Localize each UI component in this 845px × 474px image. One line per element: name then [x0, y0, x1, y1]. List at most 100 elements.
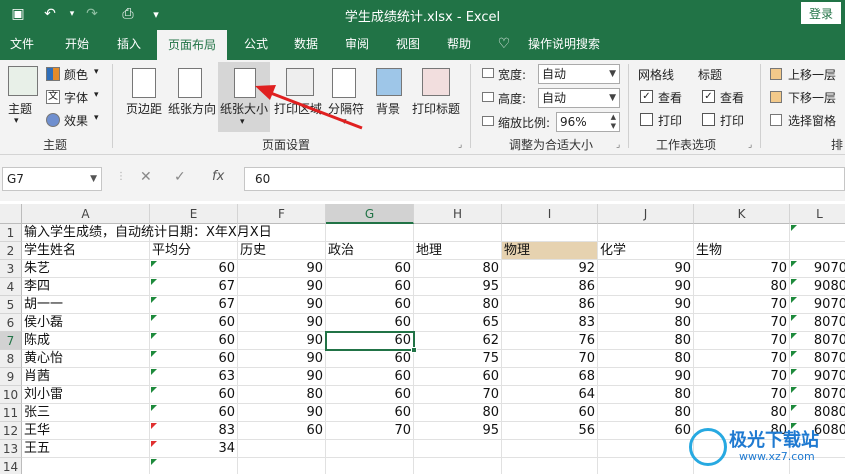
- cell-I2[interactable]: 物理: [502, 242, 598, 260]
- cell-I5[interactable]: 86: [502, 296, 598, 314]
- row-header-13[interactable]: 13: [0, 440, 22, 458]
- print-titles-button[interactable]: 打印标题: [412, 100, 460, 117]
- effects-button[interactable]: 效果: [64, 112, 88, 129]
- cell-I9[interactable]: 68: [502, 368, 598, 386]
- cell-I1[interactable]: [502, 224, 598, 242]
- cell-H7[interactable]: 62: [414, 332, 502, 350]
- row-header-6[interactable]: 6: [0, 314, 22, 332]
- enter-icon[interactable]: ✓: [174, 169, 186, 185]
- cell-J2[interactable]: 化学: [598, 242, 694, 260]
- cell-K7[interactable]: 70: [694, 332, 790, 350]
- sheet-options-launcher-icon[interactable]: ⌟: [748, 140, 752, 150]
- column-header-K[interactable]: K: [694, 204, 790, 224]
- tab-insert[interactable]: 插入: [107, 28, 151, 60]
- cell-G1[interactable]: [326, 224, 414, 242]
- cell-G14[interactable]: [326, 458, 414, 474]
- cell-K11[interactable]: 80: [694, 404, 790, 422]
- cell-A4[interactable]: 李四: [22, 278, 150, 296]
- row-header-8[interactable]: 8: [0, 350, 22, 368]
- cell-I13[interactable]: [502, 440, 598, 458]
- fonts-dropdown-icon[interactable]: ▾: [94, 90, 99, 100]
- row-header-9[interactable]: 9: [0, 368, 22, 386]
- cell-A14[interactable]: [22, 458, 150, 474]
- row-header-2[interactable]: 2: [0, 242, 22, 260]
- tell-me-search[interactable]: 操作说明搜索: [518, 28, 610, 60]
- effects-dropdown-icon[interactable]: ▾: [94, 113, 99, 123]
- cell-H3[interactable]: 80: [414, 260, 502, 278]
- tab-help[interactable]: 帮助: [437, 28, 481, 60]
- cell-J8[interactable]: 80: [598, 350, 694, 368]
- width-select[interactable]: 自动 ▼: [538, 64, 620, 84]
- cell-A1[interactable]: 输入学生成绩，自动统计日期：X年X月X日: [22, 224, 272, 242]
- cell-I8[interactable]: 70: [502, 350, 598, 368]
- row-header-3[interactable]: 3: [0, 260, 22, 278]
- colors-button[interactable]: 颜色: [64, 66, 88, 83]
- select-all-corner[interactable]: [0, 204, 22, 224]
- breaks-button[interactable]: 分隔符: [328, 100, 364, 117]
- cell-E10[interactable]: 60: [150, 386, 238, 404]
- cell-F12[interactable]: 60: [238, 422, 326, 440]
- name-box[interactable]: G7 ▼: [2, 167, 102, 191]
- cell-G2[interactable]: 政治: [326, 242, 414, 260]
- cell-E4[interactable]: 67: [150, 278, 238, 296]
- cell-F8[interactable]: 90: [238, 350, 326, 368]
- themes-icon[interactable]: [8, 66, 38, 96]
- cell-J12[interactable]: 60: [598, 422, 694, 440]
- cell-J9[interactable]: 90: [598, 368, 694, 386]
- margins-icon[interactable]: [132, 68, 156, 98]
- cell-H8[interactable]: 75: [414, 350, 502, 368]
- cell-H10[interactable]: 70: [414, 386, 502, 404]
- column-header-L[interactable]: L: [790, 204, 845, 224]
- themes-button[interactable]: 主题: [8, 100, 32, 117]
- cell-I6[interactable]: 83: [502, 314, 598, 332]
- cell-K4[interactable]: 80: [694, 278, 790, 296]
- cell-L10[interactable]: 8070: [790, 386, 845, 404]
- row-header-1[interactable]: 1: [0, 224, 22, 242]
- cell-I12[interactable]: 56: [502, 422, 598, 440]
- cell-G11[interactable]: 60: [326, 404, 414, 422]
- cell-E2[interactable]: 平均分: [150, 242, 238, 260]
- cell-J5[interactable]: 90: [598, 296, 694, 314]
- cell-H13[interactable]: [414, 440, 502, 458]
- gridlines-print-checkbox[interactable]: [640, 113, 653, 126]
- cell-L5[interactable]: 9070: [790, 296, 845, 314]
- breaks-dropdown-icon[interactable]: ▾: [342, 117, 347, 127]
- cell-F5[interactable]: 90: [238, 296, 326, 314]
- row-header-14[interactable]: 14: [0, 458, 22, 474]
- cell-E3[interactable]: 60: [150, 260, 238, 278]
- scale-spinner[interactable]: 96% ▲ ▼: [556, 112, 620, 132]
- cell-A7[interactable]: 陈成: [22, 332, 150, 350]
- login-button[interactable]: 登录: [801, 2, 841, 24]
- cell-A6[interactable]: 侯小磊: [22, 314, 150, 332]
- cell-G5[interactable]: 60: [326, 296, 414, 314]
- row-header-10[interactable]: 10: [0, 386, 22, 404]
- cell-F1[interactable]: [238, 224, 326, 242]
- cell-H2[interactable]: 地理: [414, 242, 502, 260]
- cell-K9[interactable]: 70: [694, 368, 790, 386]
- cell-F7[interactable]: 90: [238, 332, 326, 350]
- orientation-icon[interactable]: [178, 68, 202, 98]
- cell-I10[interactable]: 64: [502, 386, 598, 404]
- row-header-7[interactable]: 7: [0, 332, 22, 350]
- cell-H11[interactable]: 80: [414, 404, 502, 422]
- spinner-icon[interactable]: ▲ ▼: [611, 113, 616, 131]
- column-header-H[interactable]: H: [414, 204, 502, 224]
- cell-E13[interactable]: 34: [150, 440, 238, 458]
- cell-I14[interactable]: [502, 458, 598, 474]
- cell-A12[interactable]: 王华: [22, 422, 150, 440]
- cell-L7[interactable]: 8070: [790, 332, 845, 350]
- cell-E14[interactable]: [150, 458, 238, 474]
- column-header-G[interactable]: G: [326, 204, 414, 224]
- tab-file[interactable]: 文件: [0, 28, 44, 60]
- cell-I7[interactable]: 76: [502, 332, 598, 350]
- cell-H6[interactable]: 65: [414, 314, 502, 332]
- print-area-button[interactable]: 打印区域: [274, 100, 322, 117]
- cell-A2[interactable]: 学生姓名: [22, 242, 150, 260]
- cell-H4[interactable]: 95: [414, 278, 502, 296]
- cell-F11[interactable]: 90: [238, 404, 326, 422]
- row-header-12[interactable]: 12: [0, 422, 22, 440]
- column-header-F[interactable]: F: [238, 204, 326, 224]
- cell-E7[interactable]: 60: [150, 332, 238, 350]
- cell-H9[interactable]: 60: [414, 368, 502, 386]
- cell-A3[interactable]: 朱艺: [22, 260, 150, 278]
